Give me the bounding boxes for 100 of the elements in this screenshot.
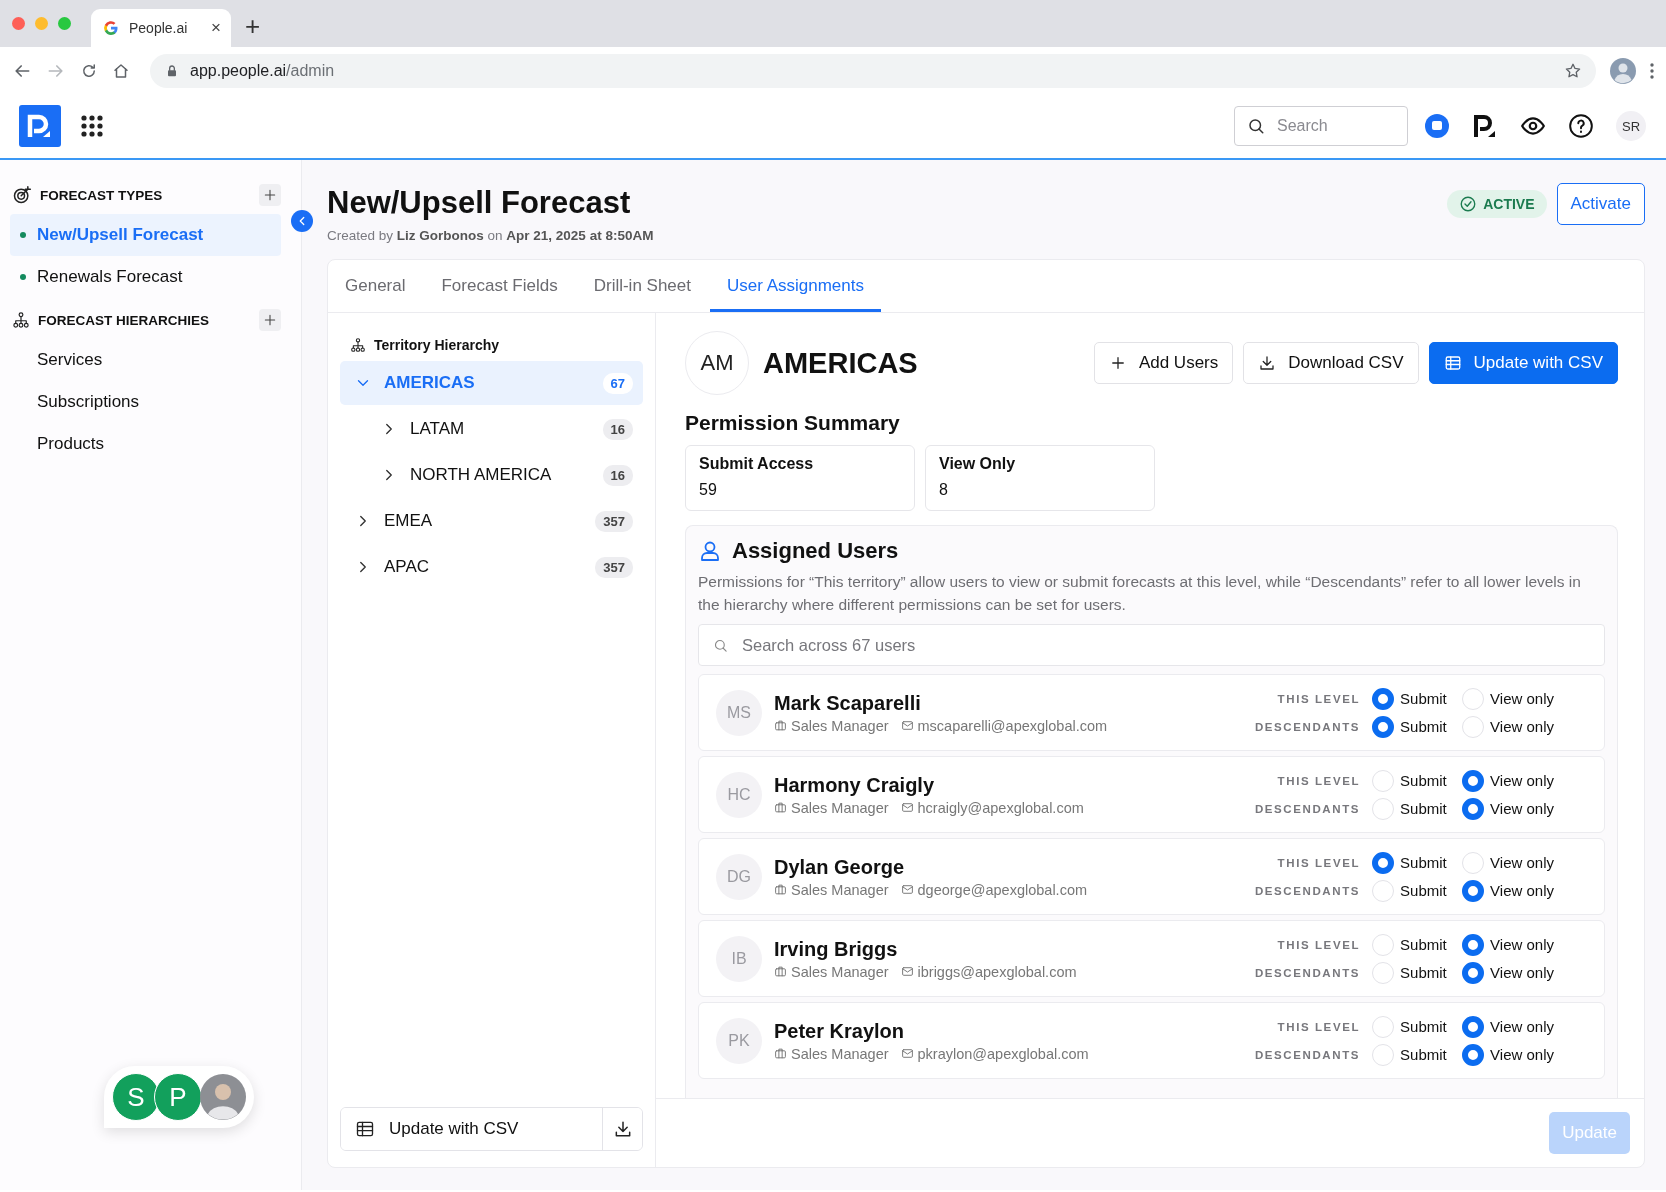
apps-grid-icon[interactable] — [81, 115, 103, 137]
tab[interactable]: General — [328, 260, 423, 312]
user-avatar: DG — [716, 853, 762, 900]
bookmark-star-icon[interactable] — [1564, 61, 1582, 80]
search-field[interactable]: Search — [1234, 106, 1408, 146]
brand-icon[interactable] — [1472, 113, 1498, 139]
summary-value: 59 — [699, 481, 718, 499]
section-title: Permission Summary — [685, 411, 901, 435]
permission-level-label: DESCENDANTS — [1254, 802, 1361, 815]
radio-button[interactable] — [1462, 769, 1485, 792]
radio-button[interactable] — [1372, 687, 1395, 710]
radio-label: Submit — [1400, 854, 1447, 871]
permission-level-label: DESCENDANTS — [1254, 720, 1361, 733]
sidebar-item[interactable]: Products — [10, 423, 281, 465]
radio-option[interactable]: View only — [1462, 1015, 1554, 1038]
check-circle-icon — [1459, 195, 1478, 213]
radio-option[interactable]: Submit — [1372, 1043, 1451, 1066]
status-badge: ACTIVE — [1447, 190, 1547, 218]
help-icon[interactable] — [1568, 113, 1594, 139]
tab[interactable]: Forecast Fields — [424, 260, 575, 312]
radio-label: View only — [1490, 1046, 1554, 1063]
browser-tab[interactable]: People.ai × — [91, 9, 231, 47]
menu-icon[interactable] — [1650, 62, 1654, 79]
tree-item[interactable]: LATAM 16 — [340, 407, 643, 451]
search-icon — [1247, 117, 1265, 135]
radio-label: Submit — [1400, 882, 1447, 899]
radio-button[interactable] — [1372, 715, 1395, 738]
page-title: New/Upsell Forecast — [327, 184, 632, 222]
tree-item[interactable]: AMERICAS 67 — [340, 361, 643, 405]
radio-option[interactable]: Submit — [1372, 687, 1451, 710]
collapse-button[interactable] — [291, 210, 313, 232]
radio-option[interactable]: View only — [1462, 879, 1554, 902]
user-role: Sales Manager — [791, 963, 889, 980]
update-with-csv-button[interactable]: Update with CSV — [1428, 342, 1618, 384]
radio-button[interactable] — [1462, 933, 1485, 956]
add-button[interactable] — [259, 184, 281, 206]
radio-option[interactable]: Submit — [1372, 961, 1451, 984]
radio-option[interactable]: View only — [1462, 797, 1554, 820]
radio-label: Submit — [1400, 718, 1447, 735]
radio-label: View only — [1490, 772, 1554, 789]
radio-button[interactable] — [1462, 1043, 1485, 1066]
activate-button[interactable]: Activate — [1556, 183, 1645, 225]
reload-icon[interactable] — [80, 61, 98, 80]
radio-button[interactable] — [1462, 1015, 1485, 1038]
radio-button[interactable] — [1462, 961, 1485, 984]
mail-icon — [900, 883, 914, 896]
permission-level-label: THIS LEVEL — [1276, 856, 1361, 869]
sidebar-item[interactable]: Services — [10, 339, 281, 381]
radio-option[interactable]: View only — [1462, 933, 1554, 956]
radio-option[interactable]: View only — [1462, 961, 1554, 984]
address-bar[interactable]: app.people.ai/admin — [150, 53, 1596, 88]
sidebar-item[interactable]: New/Upsell Forecast — [10, 214, 281, 256]
permission-level-label: DESCENDANTS — [1254, 966, 1361, 979]
user-avatar[interactable]: SR — [1616, 111, 1646, 141]
tree-item[interactable]: APAC 357 — [340, 545, 643, 589]
sidebar-item[interactable]: Renewals Forecast — [10, 256, 281, 298]
avatar-icon[interactable] — [200, 1074, 246, 1120]
radio-label: Submit — [1400, 964, 1447, 981]
home-icon[interactable] — [112, 61, 130, 80]
radio-option[interactable]: View only — [1462, 769, 1554, 792]
close-tab-button[interactable]: × — [211, 18, 221, 38]
logo-icon[interactable] — [19, 105, 61, 147]
profile-avatar-icon[interactable] — [1610, 57, 1636, 84]
tree-item[interactable]: NORTH AMERICA 16 — [340, 453, 643, 497]
created-by-text: Created by Liz Gorbonos on Apr 21, 2025 at 8:50AM — [327, 228, 654, 243]
radio-option[interactable]: Submit — [1372, 715, 1451, 738]
tab-title: People.ai — [129, 20, 189, 36]
radio-label: View only — [1490, 1018, 1554, 1035]
section-title: Assigned Users — [732, 538, 899, 564]
tab[interactable]: Drill-in Sheet — [576, 260, 708, 312]
radio-button[interactable] — [1462, 797, 1485, 820]
download-csv-button[interactable]: Download CSV — [1243, 342, 1419, 384]
radio-option[interactable]: View only — [1462, 715, 1554, 738]
radio-option[interactable]: Submit — [1372, 879, 1451, 902]
radio-button[interactable] — [1372, 851, 1395, 874]
user-role: Sales Manager — [791, 881, 889, 898]
radio-label: Submit — [1400, 800, 1447, 817]
search-field[interactable]: Search — [1275, 107, 1389, 145]
add-button[interactable] — [259, 309, 281, 331]
tab[interactable]: User Assignments — [710, 260, 881, 312]
chat-icon[interactable] — [1424, 113, 1450, 139]
radio-label: Submit — [1400, 1018, 1447, 1035]
radio-option[interactable]: Submit — [1372, 797, 1451, 820]
add-users-button[interactable]: Add Users — [1093, 342, 1234, 384]
radio-option[interactable]: View only — [1462, 1043, 1554, 1066]
radio-option[interactable]: Submit — [1372, 1015, 1451, 1038]
radio-label: View only — [1490, 936, 1554, 953]
radio-option[interactable]: Submit — [1372, 851, 1451, 874]
new-tab-button[interactable]: + — [245, 11, 261, 42]
tree-label: LATAM — [410, 419, 465, 439]
radio-option[interactable]: View only — [1462, 687, 1554, 710]
tree-item[interactable]: EMEA 357 — [340, 499, 643, 543]
permission-level-label: THIS LEVEL — [1276, 692, 1361, 705]
radio-option[interactable]: Submit — [1372, 769, 1451, 792]
radio-option[interactable]: View only — [1462, 851, 1554, 874]
sidebar-item[interactable]: Subscriptions — [10, 381, 281, 423]
radio-button[interactable] — [1462, 879, 1485, 902]
user-email: dgeorge@apexglobal.com — [917, 881, 1088, 898]
radio-option[interactable]: Submit — [1372, 933, 1451, 956]
download-button[interactable] — [602, 1108, 642, 1150]
